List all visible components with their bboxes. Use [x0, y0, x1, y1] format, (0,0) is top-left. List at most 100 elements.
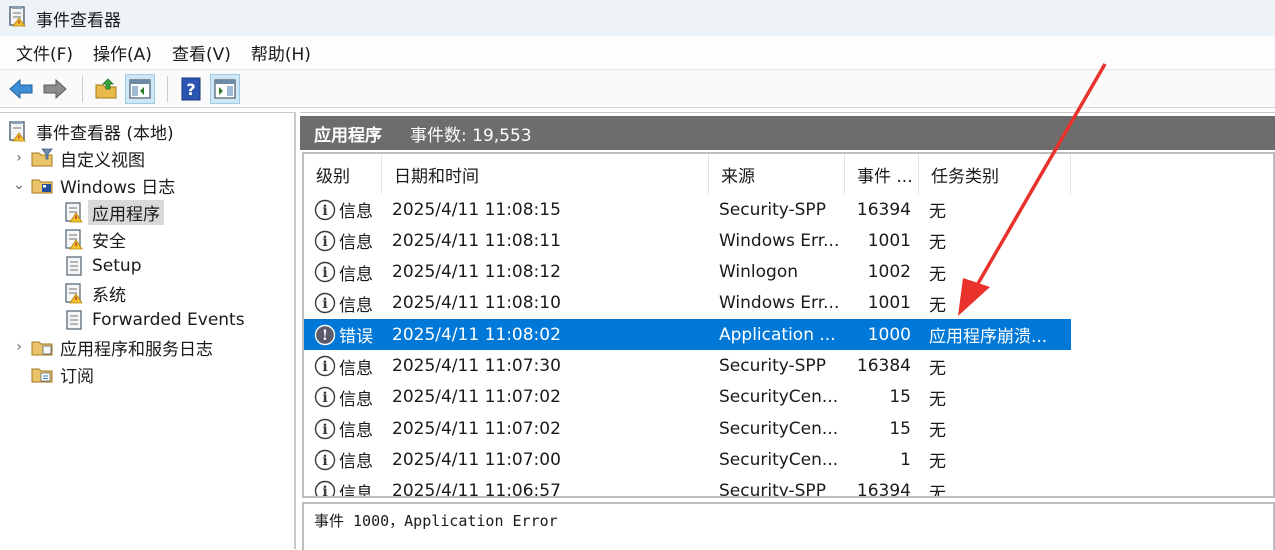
table-row[interactable]: i 信息 2025/4/11 11:08:10 Windows Err... 1001 无: [304, 288, 1071, 319]
row-source: SecurityCen...: [719, 449, 839, 470]
row-event-id: 16394: [856, 199, 911, 220]
menu-file[interactable]: 文件(F): [6, 40, 83, 65]
row-level: 错误: [339, 327, 373, 348]
table-row[interactable]: i 信息 2025/4/11 11:07:02 SecurityCen... 15 无: [304, 382, 1071, 413]
tree-label: 系统: [92, 285, 126, 306]
row-source: Winlogon: [719, 262, 799, 283]
help-button[interactable]: ?: [176, 74, 206, 104]
info-icon: i: [314, 387, 336, 408]
tree-item-custom-views[interactable]: › 自定义视图: [8, 145, 145, 171]
show-hide-tree-button[interactable]: [125, 73, 155, 104]
tree-label: 应用程序和服务日志: [60, 339, 213, 360]
row-event-id: 1001: [867, 293, 911, 314]
forward-button[interactable]: [40, 74, 70, 104]
tree-label: Windows 日志: [60, 177, 176, 198]
row-task-category: 无: [929, 295, 946, 316]
tree-item-security-log[interactable]: 安全: [62, 226, 126, 252]
menu-action[interactable]: 操作(A): [83, 40, 162, 65]
row-datetime: 2025/4/11 11:08:11: [392, 230, 561, 251]
log-icon: [62, 309, 86, 331]
row-datetime: 2025/4/11 11:08:10: [392, 293, 561, 314]
column-level[interactable]: 级别: [304, 154, 382, 194]
tree-item-application-log[interactable]: 应用程序: [62, 199, 164, 225]
table-row[interactable]: ! 错误 2025/4/11 11:08:02 Application ... 1000…: [304, 319, 1071, 351]
row-source: SecurityCen...: [719, 418, 839, 439]
svg-text:?: ?: [186, 80, 195, 99]
row-level: 信息: [339, 358, 373, 379]
row-task-category: 无: [929, 389, 946, 410]
info-icon: i: [314, 418, 336, 439]
info-icon: i: [314, 293, 336, 314]
menu-view[interactable]: 查看(V): [162, 40, 241, 65]
toolbar-separator: [82, 75, 83, 102]
column-task-category[interactable]: 任务类别: [919, 154, 1071, 194]
column-event-id[interactable]: 事件 ...: [845, 154, 919, 194]
chevron-right-icon[interactable]: ›: [8, 339, 30, 355]
up-folder-button[interactable]: [91, 74, 121, 104]
menu-help[interactable]: 帮助(H): [241, 40, 321, 65]
tree-item-windows-logs[interactable]: ⌄ Windows 日志: [8, 172, 175, 198]
row-level: 信息: [339, 389, 373, 410]
tree-label: 订阅: [60, 366, 94, 387]
results-header: 应用程序 事件数: 19,553: [300, 116, 1275, 150]
info-icon: i: [314, 261, 336, 283]
svg-text:i: i: [322, 484, 327, 498]
row-datetime: 2025/4/11 11:07:02: [392, 418, 561, 439]
event-viewer-icon: [8, 5, 28, 32]
row-source: Security-SPP: [719, 199, 826, 220]
event-viewer-icon: [6, 120, 30, 142]
tree-label: 自定义视图: [60, 150, 145, 171]
row-datetime: 2025/4/11 11:07:00: [392, 449, 561, 470]
column-datetime[interactable]: 日期和时间: [382, 154, 709, 194]
show-hide-action-pane-button[interactable]: [210, 73, 240, 104]
event-detail-title: 事件 1000，Application Error: [314, 512, 558, 530]
tree-item-app-service-logs[interactable]: › 应用程序和服务日志: [8, 334, 213, 360]
row-event-id: 1: [900, 449, 911, 470]
toolbar-separator: [167, 75, 168, 102]
table-row[interactable]: i 信息 2025/4/11 11:08:15 Security-SPP 16394 无: [304, 194, 1071, 225]
tree-item-system-log[interactable]: 系统: [62, 280, 126, 306]
svg-text:!: !: [322, 328, 328, 344]
event-list[interactable]: 级别 日期和时间 来源 事件 ... 任务类别 i 信息 2025/4/11 11:…: [302, 152, 1275, 498]
row-event-id: 15: [889, 387, 911, 408]
row-task-category: 无: [929, 233, 946, 254]
table-row[interactable]: i 信息 2025/4/11 11:08:12 Winlogon 1002 无: [304, 257, 1071, 288]
table-row[interactable]: i 信息 2025/4/11 11:07:30 Security-SPP 16384 无: [304, 351, 1071, 382]
tree-item-subscriptions[interactable]: 订阅: [30, 361, 94, 387]
back-button[interactable]: [6, 74, 36, 104]
forward-arrow-icon: [43, 78, 67, 99]
subscription-icon: [30, 363, 54, 385]
row-level: 信息: [339, 452, 373, 473]
row-event-id: 16384: [856, 356, 911, 376]
row-datetime: 2025/4/11 11:08:02: [392, 324, 561, 345]
window-title: 事件查看器: [36, 10, 121, 31]
tree-label: 安全: [92, 231, 126, 252]
log-warning-icon: [62, 201, 86, 223]
menu-bar: 文件(F) 操作(A) 查看(V) 帮助(H): [0, 36, 1275, 70]
tree-item-setup-log[interactable]: Setup: [62, 253, 141, 279]
tree-item-forwarded-events[interactable]: Forwarded Events: [62, 307, 245, 333]
info-icon: i: [314, 355, 336, 377]
folder-windows-icon: [30, 174, 54, 196]
action-pane-icon: [214, 78, 236, 99]
svg-text:i: i: [322, 265, 327, 281]
chevron-right-icon[interactable]: ›: [8, 150, 30, 166]
info-icon: i: [314, 199, 336, 220]
table-row[interactable]: i 信息 2025/4/11 11:07:00 SecurityCen... 1 无: [304, 444, 1071, 475]
svg-text:i: i: [322, 296, 327, 312]
table-row[interactable]: i 信息 2025/4/11 11:08:11 Windows Err... 1001 无: [304, 225, 1071, 256]
chevron-down-icon[interactable]: ⌄: [8, 177, 30, 193]
column-source[interactable]: 来源: [709, 154, 845, 194]
results-pane: 应用程序 事件数: 19,553 级别 日期和时间 来源 事件 ... 任务类别…: [300, 112, 1275, 550]
tree-item-root[interactable]: 事件查看器 (本地): [6, 118, 174, 144]
log-title: 应用程序: [314, 125, 382, 146]
info-icon: i: [314, 449, 336, 471]
console-tree-icon: [129, 78, 151, 99]
row-datetime: 2025/4/11 11:08:12: [392, 262, 561, 283]
info-icon: i: [314, 230, 336, 251]
log-warning-icon: [62, 228, 86, 250]
svg-text:i: i: [322, 422, 327, 438]
table-row[interactable]: i 信息 2025/4/11 11:07:02 SecurityCen... 15 无: [304, 413, 1071, 444]
table-row[interactable]: i 信息 2025/4/11 11:06:57 Security-SPP 16394 无: [304, 476, 1071, 498]
info-icon: i: [314, 480, 336, 498]
